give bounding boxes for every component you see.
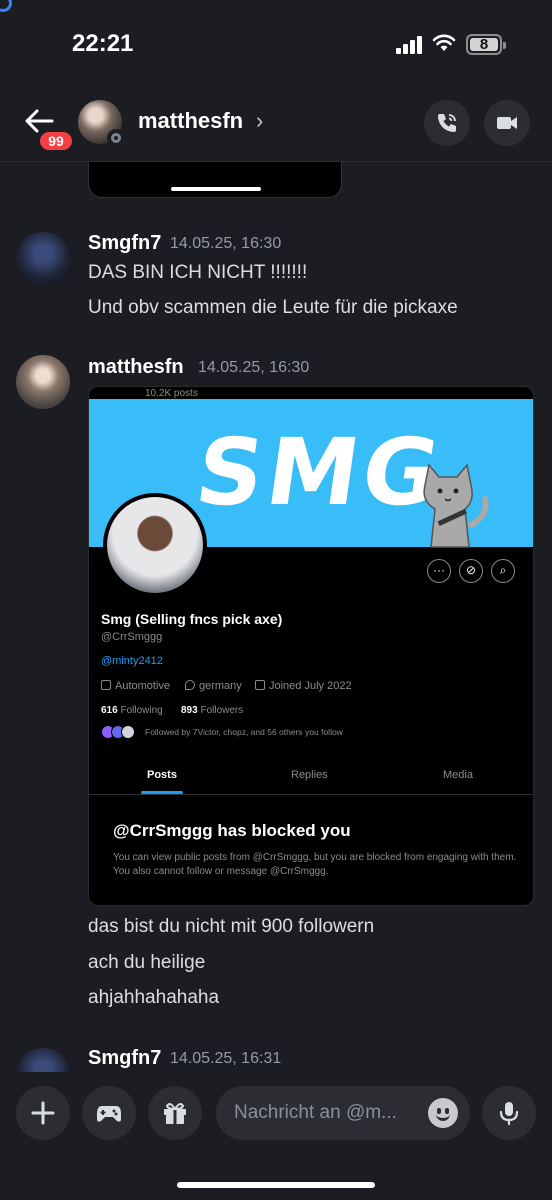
message-text: das bist du nicht mit 900 followern [88, 916, 375, 937]
profile-link: @minty2412 [101, 655, 163, 667]
activities-button[interactable] [82, 1086, 136, 1140]
banner-text: SMG [189, 419, 450, 526]
unread-badge: 99 [38, 130, 74, 152]
message-input[interactable]: Nachricht an @m... [216, 1086, 470, 1140]
phone-icon [438, 114, 456, 132]
profile-category: Automotive [101, 680, 170, 692]
voice-call-button[interactable] [424, 100, 470, 146]
profile-display-name: Smg (Selling fncs pick axe) [101, 611, 283, 627]
profile-joined: Joined July 2022 [255, 680, 352, 692]
add-attachment-button[interactable] [16, 1086, 70, 1140]
avatar [121, 725, 135, 739]
blocked-body: You can view public posts from @CrrSmggg… [113, 852, 517, 877]
tab-posts: Posts [147, 769, 177, 781]
message-text: ahjahhahahaha [88, 987, 220, 1008]
voice-message-button[interactable] [482, 1086, 536, 1140]
location-indicator-icon [0, 0, 12, 12]
cat-drawing-icon [423, 463, 489, 548]
message-text: Und obv scammen die Leute für die pickax… [88, 297, 458, 318]
dm-header: 99 matthesfn › [0, 90, 552, 162]
calendar-icon [255, 680, 265, 690]
profile-picture [103, 493, 207, 597]
emoji-icon[interactable] [428, 1098, 458, 1128]
clock: 22:21 [72, 30, 134, 57]
message-author[interactable]: matthesfn [88, 356, 184, 379]
message-composer: Nachricht an @m... [0, 1072, 552, 1200]
message-timestamp: 14.05.25, 16:30 [198, 359, 310, 376]
gift-icon [164, 1103, 186, 1124]
message-input-placeholder: Nachricht an @m... [234, 1102, 397, 1123]
battery-icon: 8 [466, 34, 506, 55]
image-attachment[interactable]: 10.2K posts SMG ··· ⊘ ⌕ Smg (Selling fnc… [88, 386, 534, 906]
status-bar: 22:21 8 [0, 0, 552, 90]
plus-icon [31, 1101, 55, 1125]
briefcase-icon [101, 680, 111, 690]
message-timestamp: 14.05.25, 16:31 [170, 1050, 282, 1067]
message-list[interactable]: Smgfn7 14.05.25, 16:30 DAS BIN ICH NICHT… [0, 162, 552, 1072]
chevron-right-icon[interactable]: › [256, 108, 263, 134]
message-author[interactable]: Smgfn7 [88, 1047, 161, 1070]
more-options-icon: ··· [427, 559, 451, 583]
avatar[interactable] [16, 355, 70, 409]
wifi-icon [432, 34, 456, 51]
message-text: DAS BIN ICH NICHT !!!!!!! [88, 262, 308, 283]
message-author[interactable]: Smgfn7 [88, 232, 161, 255]
followed-by-text: Followed by 7Victor, chopz, and 56 other… [145, 727, 343, 737]
battery-level: 8 [479, 36, 489, 53]
avatar[interactable] [16, 232, 70, 286]
video-call-button[interactable] [484, 100, 530, 146]
gift-button[interactable] [148, 1086, 202, 1140]
cellular-signal-icon [396, 36, 424, 54]
followers-stat: 893 Followers [181, 705, 244, 716]
message-text: ach du heilige [88, 952, 206, 973]
video-camera-icon [497, 117, 517, 129]
location-pin-icon [185, 680, 195, 690]
following-stat: 616 Following [101, 705, 163, 716]
blocked-title: @CrrSmggg has blocked you [113, 821, 351, 840]
microphone-icon [499, 1102, 519, 1126]
contact-name[interactable]: matthesfn [138, 108, 243, 134]
gamepad-icon [97, 1106, 121, 1122]
contact-avatar[interactable] [78, 100, 125, 147]
profile-handle: @CrrSmggg [101, 631, 163, 643]
tab-replies: Replies [291, 769, 328, 781]
grok-icon: ⊘ [459, 559, 483, 583]
posts-count: 10.2K posts [145, 388, 198, 399]
search-icon: ⌕ [491, 559, 515, 583]
previous-image-attachment[interactable] [88, 162, 342, 198]
offline-status-icon [107, 129, 125, 147]
message-timestamp: 14.05.25, 16:30 [170, 235, 282, 252]
avatar[interactable] [16, 1048, 70, 1072]
profile-location: germany [185, 680, 242, 692]
tab-media: Media [443, 769, 473, 781]
home-indicator[interactable] [177, 1182, 375, 1188]
